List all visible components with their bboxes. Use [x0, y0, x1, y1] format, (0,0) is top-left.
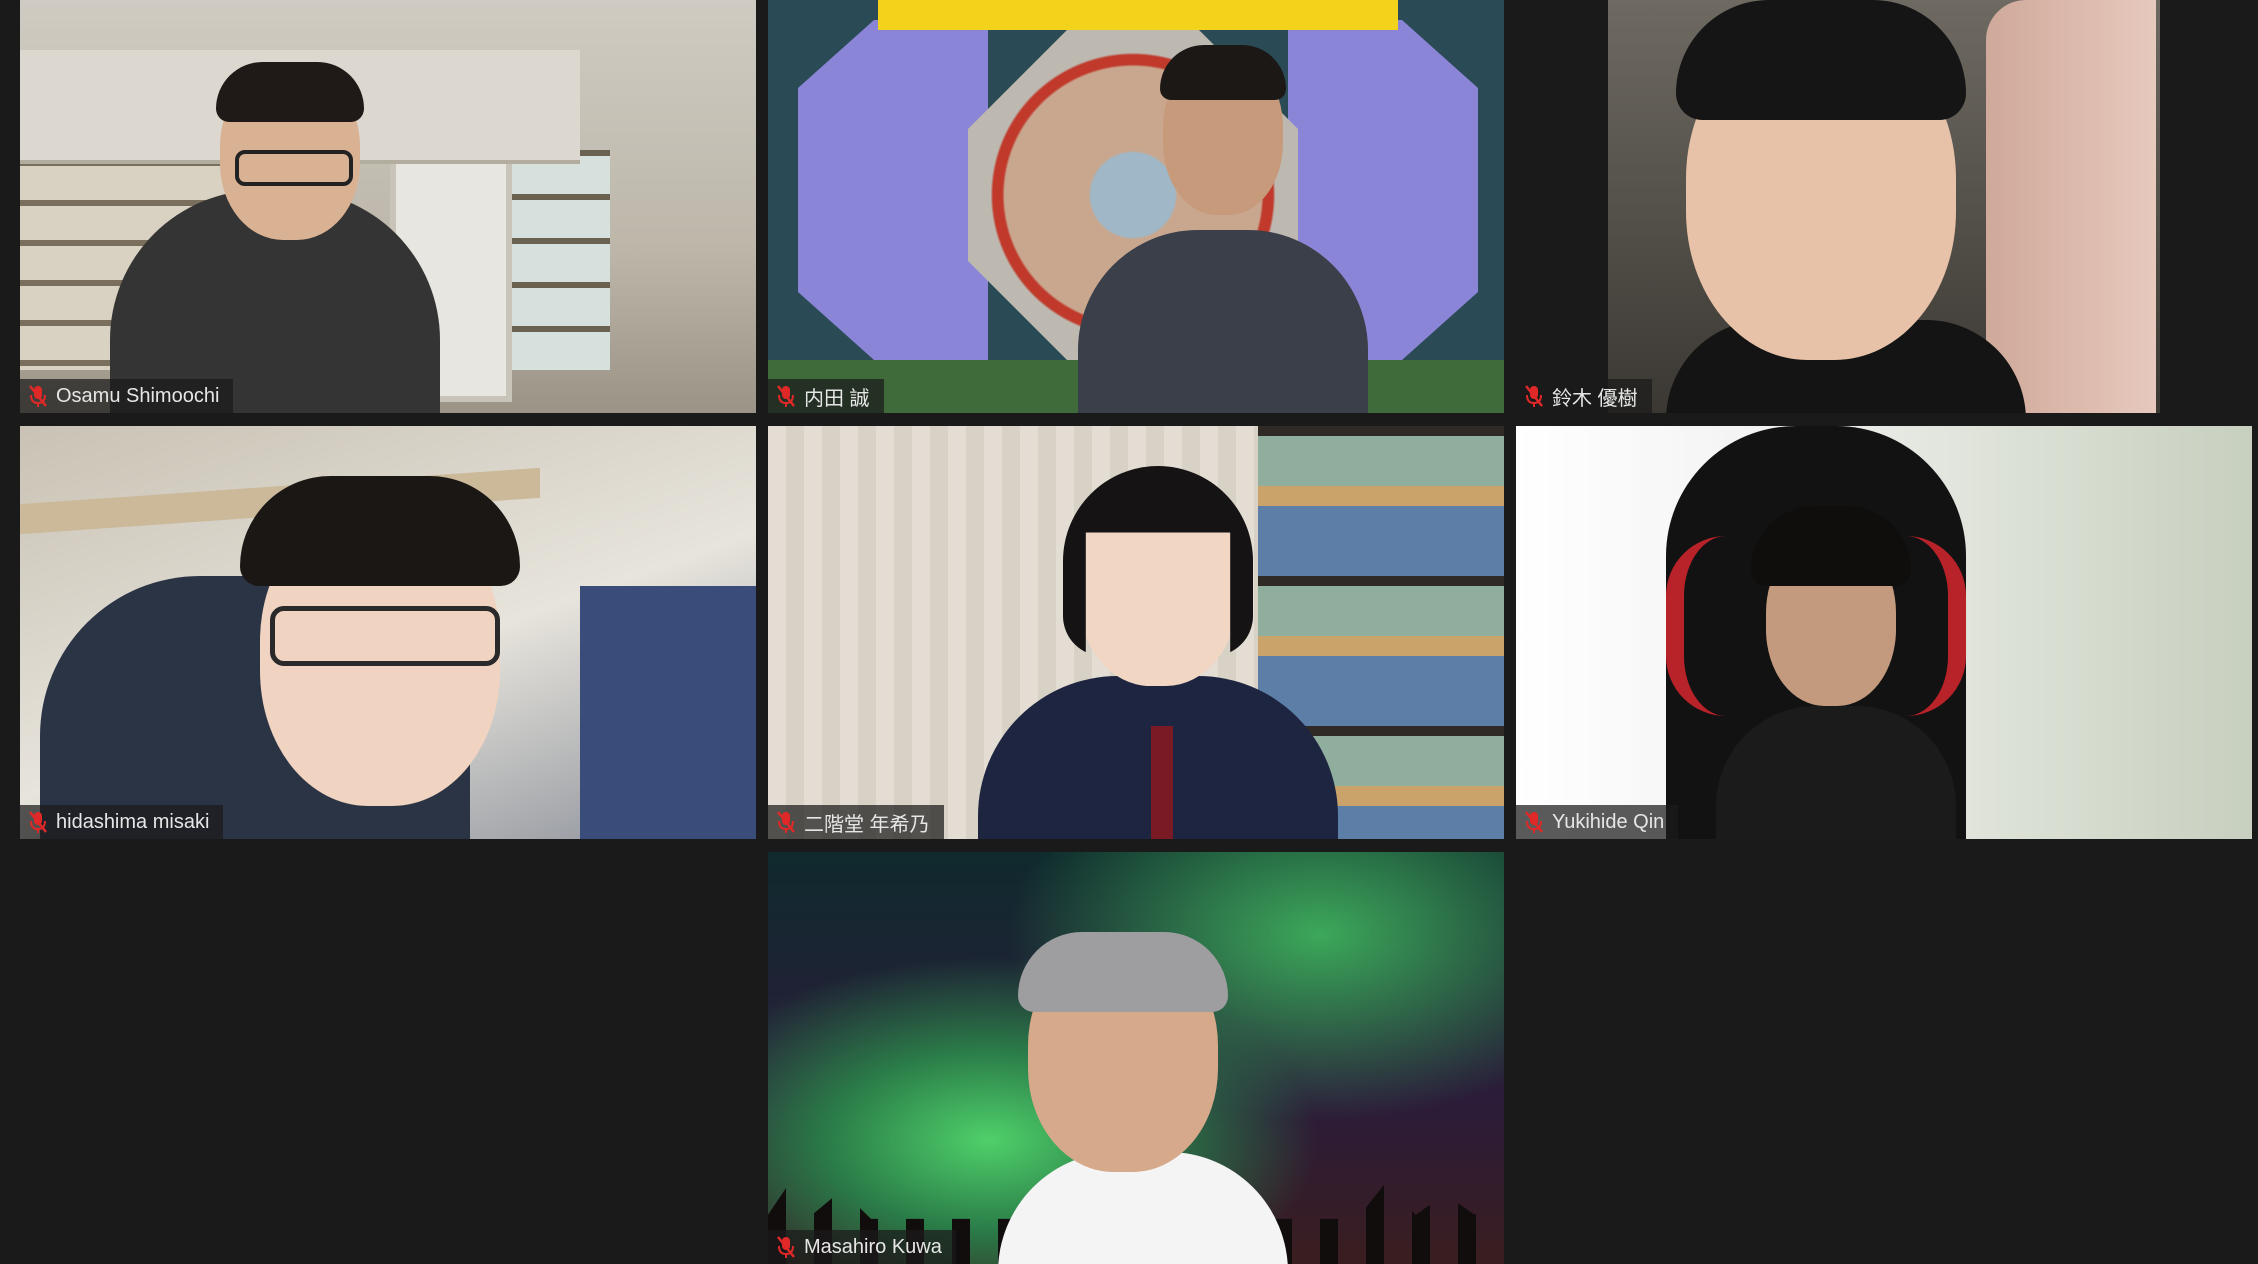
- participant-name: Masahiro Kuwa: [804, 1235, 942, 1258]
- muted-mic-icon: [776, 384, 796, 408]
- participant-nametag: Osamu Shimoochi: [20, 379, 234, 413]
- video-tile-2[interactable]: 内田 誠: [768, 0, 1504, 413]
- muted-mic-icon: [1524, 810, 1544, 834]
- participant-hair: [240, 476, 520, 586]
- glasses-icon: [270, 606, 500, 666]
- muted-mic-icon: [776, 810, 796, 834]
- participant-nametag: hidashima misaki: [20, 805, 224, 839]
- participant-name: 内田 誠: [804, 387, 870, 410]
- participant-nametag: 内田 誠: [768, 379, 884, 413]
- participant-figure: [1078, 230, 1368, 413]
- participant-name: hidashima misaki: [56, 810, 210, 833]
- detector-left-wing: [798, 20, 988, 360]
- raised-hand: [1986, 0, 2156, 413]
- door-frame: [580, 586, 756, 839]
- participant-nametag: 二階堂 年希乃: [768, 805, 944, 839]
- muted-mic-icon: [28, 810, 48, 834]
- participant-nametag: Masahiro Kuwa: [768, 1230, 956, 1264]
- video-tile-3[interactable]: 鈴木 優樹: [1516, 0, 2252, 413]
- participant-name: 鈴木 優樹: [1552, 387, 1638, 410]
- glasses-icon: [235, 150, 353, 186]
- muted-mic-icon: [1524, 384, 1544, 408]
- muted-mic-icon: [776, 1235, 796, 1259]
- necktie: [1151, 726, 1173, 839]
- participant-hair: [1160, 45, 1286, 100]
- video-tile-5[interactable]: 二階堂 年希乃: [768, 426, 1504, 839]
- video-tile-4[interactable]: hidashima misaki: [20, 426, 756, 839]
- video-tile-1[interactable]: Osamu Shimoochi: [20, 0, 756, 413]
- participant-name: Yukihide Qin: [1552, 810, 1665, 833]
- video-tile-6[interactable]: Yukihide Qin: [1516, 426, 2252, 839]
- participant-name: 二階堂 年希乃: [804, 813, 930, 836]
- video-tile-7[interactable]: Masahiro Kuwa: [768, 852, 1504, 1264]
- participant-name: Osamu Shimoochi: [56, 384, 220, 407]
- participant-hair: [216, 62, 364, 122]
- participant-nametag: 鈴木 優樹: [1516, 379, 1652, 413]
- participant-nametag: Yukihide Qin: [1516, 805, 1679, 839]
- detector-frame: [878, 0, 1398, 30]
- muted-mic-icon: [28, 384, 48, 408]
- participant-hair: [1676, 0, 1966, 120]
- participant-hair: [1018, 932, 1228, 1012]
